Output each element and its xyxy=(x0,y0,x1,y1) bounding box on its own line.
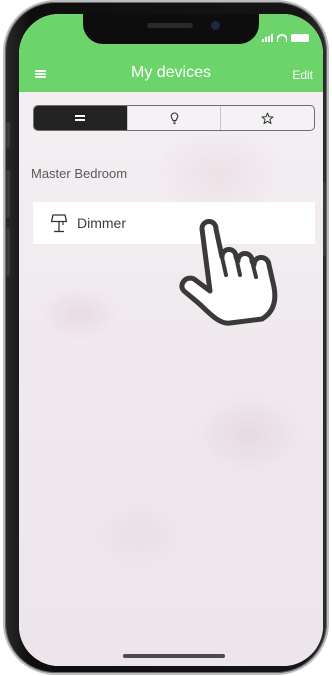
notch xyxy=(83,14,259,44)
status-bar xyxy=(262,34,309,42)
tab-list[interactable] xyxy=(34,106,127,130)
tab-lights[interactable] xyxy=(126,106,221,130)
device-name: Dimmer xyxy=(77,215,126,231)
lamp-icon xyxy=(50,214,68,233)
app-header: My devices Edit xyxy=(19,14,323,92)
list-icon xyxy=(75,115,86,121)
speaker xyxy=(147,23,193,28)
mute-switch xyxy=(6,122,10,148)
cellular-signal-icon xyxy=(262,34,273,42)
star-icon xyxy=(261,112,274,124)
wifi-icon xyxy=(277,34,287,42)
home-indicator xyxy=(123,654,225,658)
battery-icon xyxy=(291,34,309,42)
pointing-hand-icon xyxy=(179,219,278,326)
app-screen: My devices Edit Master Bedroom Dimmer xyxy=(19,14,323,666)
volume-up-button xyxy=(6,170,10,218)
room-heading: Master Bedroom xyxy=(31,166,128,181)
phone-frame: My devices Edit Master Bedroom Dimmer xyxy=(5,2,327,673)
edit-button[interactable]: Edit xyxy=(292,68,313,82)
page-title: My devices xyxy=(130,64,212,81)
device-filter-tabs xyxy=(33,105,315,131)
tab-favorites[interactable] xyxy=(220,106,314,130)
camera-icon xyxy=(211,21,220,30)
lightbulb-icon xyxy=(170,111,178,124)
volume-down-button xyxy=(6,228,10,276)
